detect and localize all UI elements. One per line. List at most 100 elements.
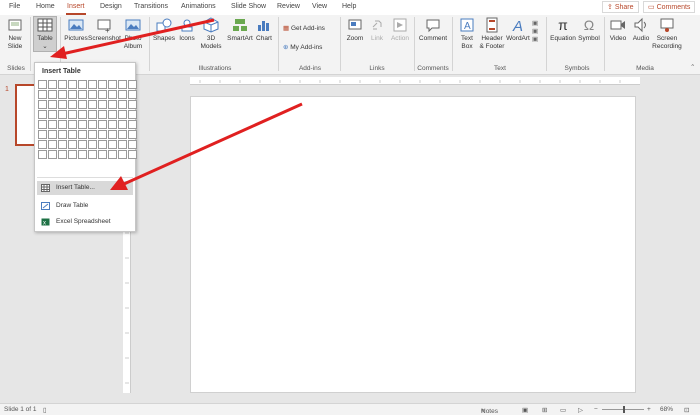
table-size-cell[interactable]	[48, 130, 57, 139]
table-size-cell[interactable]	[128, 150, 137, 159]
table-size-cell[interactable]	[98, 140, 107, 149]
table-size-cell[interactable]	[58, 150, 67, 159]
table-size-cell[interactable]	[48, 140, 57, 149]
screen-recording-button[interactable]: Screen Recording	[652, 17, 682, 51]
table-size-cell[interactable]	[78, 140, 87, 149]
table-size-cell[interactable]	[118, 80, 127, 89]
table-size-cell[interactable]	[98, 130, 107, 139]
table-size-cell[interactable]	[108, 100, 117, 109]
slide-sorter-icon[interactable]: ⊞	[542, 406, 547, 414]
action-button[interactable]: Action	[389, 17, 411, 43]
table-size-cell[interactable]	[108, 90, 117, 99]
table-size-cell[interactable]	[38, 100, 47, 109]
table-size-cell[interactable]	[68, 100, 77, 109]
audio-button[interactable]: Audio	[630, 17, 652, 43]
table-size-cell[interactable]	[38, 120, 47, 129]
tab-insert[interactable]: Insert	[66, 3, 86, 15]
tab-slide-show[interactable]: Slide Show	[231, 3, 266, 10]
table-button[interactable]: Table ⌄	[33, 16, 57, 52]
table-size-cell[interactable]	[38, 90, 47, 99]
table-size-cell[interactable]	[128, 80, 137, 89]
zoom-button[interactable]: Zoom	[344, 17, 366, 43]
chart-button[interactable]: Chart	[254, 17, 274, 43]
table-size-cell[interactable]	[48, 120, 57, 129]
table-size-cell[interactable]	[58, 110, 67, 119]
table-size-cell[interactable]	[98, 110, 107, 119]
table-size-cell[interactable]	[98, 90, 107, 99]
video-button[interactable]: Video	[607, 17, 629, 43]
table-size-cell[interactable]	[68, 140, 77, 149]
table-size-cell[interactable]	[68, 150, 77, 159]
table-size-cell[interactable]	[98, 150, 107, 159]
link-button[interactable]: Link	[367, 17, 387, 43]
table-size-cell[interactable]	[98, 80, 107, 89]
table-size-cell[interactable]	[78, 90, 87, 99]
screenshot-button[interactable]: + Screenshot	[88, 17, 121, 43]
table-size-cell[interactable]	[38, 80, 47, 89]
table-size-cell[interactable]	[58, 80, 67, 89]
table-size-cell[interactable]	[108, 130, 117, 139]
table-size-cell[interactable]	[68, 80, 77, 89]
table-size-cell[interactable]	[118, 150, 127, 159]
smartart-button[interactable]: SmartArt	[226, 17, 254, 43]
table-size-cell[interactable]	[78, 80, 87, 89]
reading-view-icon[interactable]: ▭	[560, 406, 566, 414]
slideshow-icon[interactable]: ▷	[578, 406, 583, 414]
table-size-cell[interactable]	[48, 80, 57, 89]
table-size-cell[interactable]	[58, 90, 67, 99]
table-size-cell[interactable]	[48, 100, 57, 109]
table-size-cell[interactable]	[68, 110, 77, 119]
table-size-cell[interactable]	[88, 140, 97, 149]
table-size-cell[interactable]	[128, 90, 137, 99]
table-size-cell[interactable]	[88, 100, 97, 109]
table-size-cell[interactable]	[68, 90, 77, 99]
table-size-cell[interactable]	[88, 150, 97, 159]
text-small-icons[interactable]: ▣ ▣ ▣	[532, 19, 538, 43]
table-size-cell[interactable]	[58, 130, 67, 139]
equation-button[interactable]: π Equation	[549, 17, 577, 43]
table-size-cell[interactable]	[38, 150, 47, 159]
table-size-cell[interactable]	[98, 100, 107, 109]
table-size-cell[interactable]	[128, 120, 137, 129]
table-size-cell[interactable]	[58, 120, 67, 129]
table-size-cell[interactable]	[98, 120, 107, 129]
header-footer-button[interactable]: Header & Footer	[478, 17, 506, 51]
table-size-cell[interactable]	[88, 130, 97, 139]
table-size-cell[interactable]	[108, 120, 117, 129]
table-size-cell[interactable]	[88, 90, 97, 99]
excel-spreadsheet-menu-item[interactable]: x Excel Spreadsheet	[37, 215, 133, 229]
photo-album-button[interactable]: Photo Album	[120, 17, 146, 51]
table-size-cell[interactable]	[88, 120, 97, 129]
table-size-cell[interactable]	[48, 110, 57, 119]
table-size-cell[interactable]	[68, 130, 77, 139]
zoom-in-icon[interactable]: +	[647, 406, 651, 413]
collapse-ribbon-icon[interactable]: ⌃	[690, 63, 695, 71]
my-addins-button[interactable]: ⊕ My Add-ins	[283, 43, 322, 51]
symbol-button[interactable]: Ω Symbol	[577, 17, 601, 43]
table-size-cell[interactable]	[108, 140, 117, 149]
get-addins-button[interactable]: ▦ Get Add-ins	[283, 24, 325, 32]
text-box-button[interactable]: A Text Box	[456, 17, 478, 51]
comments-button[interactable]: ▭ Comments	[643, 1, 696, 13]
normal-view-icon[interactable]: ▣	[522, 406, 528, 414]
table-size-cell[interactable]	[128, 140, 137, 149]
table-size-cell[interactable]	[88, 80, 97, 89]
3d-models-button[interactable]: 3D Models	[198, 17, 224, 51]
share-button[interactable]: ⇪ Share	[602, 1, 639, 13]
table-size-cell[interactable]	[108, 150, 117, 159]
new-slide-button[interactable]: New Slide	[4, 17, 26, 51]
table-size-cell[interactable]	[78, 100, 87, 109]
table-size-cell[interactable]	[108, 110, 117, 119]
icons-button[interactable]: Icons	[177, 17, 197, 43]
table-size-cell[interactable]	[38, 130, 47, 139]
table-size-cell[interactable]	[118, 130, 127, 139]
tab-file[interactable]: File	[9, 3, 20, 10]
tab-help[interactable]: Help	[342, 3, 356, 10]
table-size-cell[interactable]	[48, 150, 57, 159]
table-size-cell[interactable]	[128, 130, 137, 139]
table-size-cell[interactable]	[58, 140, 67, 149]
shapes-button[interactable]: Shapes	[152, 17, 176, 43]
pictures-button[interactable]: Pictures	[62, 17, 90, 43]
zoom-out-icon[interactable]: −	[594, 406, 598, 413]
tab-review[interactable]: Review	[277, 3, 300, 10]
